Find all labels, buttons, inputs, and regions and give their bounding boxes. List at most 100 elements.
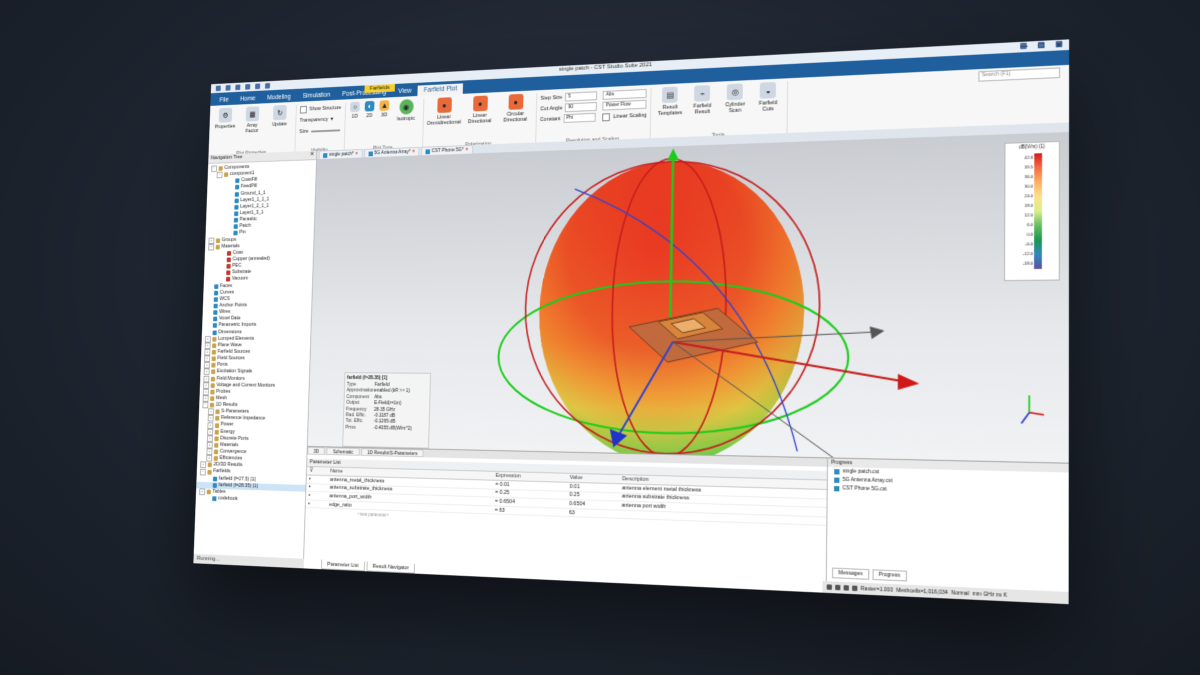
show-structure-label: Show Structure — [309, 104, 342, 112]
legend-tick: 12.0 — [1024, 212, 1034, 218]
phi-arrow — [869, 326, 885, 339]
close-tab-icon[interactable]: × — [465, 147, 468, 153]
new-icon[interactable] — [215, 85, 221, 92]
update-button[interactable]: ↻ Update — [266, 104, 293, 150]
expand-toggle-icon[interactable]: + — [203, 375, 210, 382]
minimize-icon[interactable]: — — [1020, 43, 1028, 51]
expand-toggle-icon[interactable]: + — [203, 382, 210, 389]
axis-triad — [1021, 395, 1044, 424]
close-tab-icon[interactable]: × — [355, 151, 358, 157]
show-structure-checkbox[interactable] — [299, 105, 307, 114]
constant-select[interactable]: Phi — [563, 112, 596, 123]
zoom-icon[interactable] — [826, 584, 832, 590]
print-icon[interactable] — [245, 83, 251, 90]
farfield-result-button[interactable]: ⌁ Farfield Result — [687, 84, 717, 134]
view-tab[interactable]: Schematic — [326, 447, 360, 456]
expand-toggle-icon[interactable]: − — [199, 468, 206, 476]
solid-icon — [213, 303, 218, 309]
param-value: 63 — [566, 508, 619, 519]
cut-angle-input[interactable]: 90 — [565, 102, 598, 113]
panel-tab[interactable]: Result Navigator — [366, 561, 416, 574]
expand-toggle-icon[interactable]: + — [204, 349, 211, 356]
expand-toggle-icon[interactable]: + — [204, 342, 211, 349]
properties-button[interactable]: ⚙ Properties — [212, 107, 238, 152]
z-axis-arrow — [667, 148, 680, 161]
expand-toggle-icon[interactable]: + — [206, 435, 213, 442]
plot-1d-button[interactable]: ○ 1D — [348, 101, 361, 146]
plot-2d-button[interactable]: ◐ 2D — [362, 100, 375, 146]
expand-toggle-icon[interactable]: + — [202, 395, 209, 402]
status-text: Running... — [193, 553, 307, 569]
tree-item-label: codebook — [217, 495, 238, 502]
expand-toggle-icon[interactable]: + — [206, 441, 213, 449]
undo-icon[interactable] — [255, 83, 261, 90]
tree-item-label: Vacuum — [231, 276, 248, 282]
redo-icon[interactable] — [264, 82, 271, 89]
linear-scaling-label: Linear Scaling — [613, 112, 647, 120]
expand-toggle-icon[interactable]: + — [199, 488, 206, 496]
expand-toggle-icon[interactable]: + — [207, 415, 214, 422]
legend-title: dB(V/m) (1) — [1019, 143, 1046, 150]
plot-3d-button[interactable]: ▲ 3D — [377, 100, 391, 146]
linear-scaling-checkbox[interactable] — [602, 112, 611, 121]
workspace: single patch* × 5G Antenna Array* × CST Phon… — [303, 122, 1070, 605]
search-input[interactable]: Search (F1) — [978, 67, 1061, 82]
isotropic-button[interactable]: ◉ Isotropic — [392, 99, 420, 145]
expand-toggle-icon[interactable]: + — [207, 421, 214, 429]
expand-toggle-icon[interactable]: + — [203, 368, 210, 376]
open-icon[interactable] — [225, 85, 231, 91]
3d-view[interactable]: dB(V/m) (1) 42.6 39.5 36.0 30.0 24.0 18.0 12.0… — [307, 132, 1070, 463]
linear-dir-button[interactable]: ● Linear Directional — [463, 95, 497, 142]
folder-icon — [211, 363, 216, 368]
pan-icon[interactable] — [835, 584, 841, 591]
expand-toggle-icon[interactable]: + — [207, 428, 214, 436]
view-tab[interactable]: 1D Results\S-Parameters — [360, 448, 424, 458]
linear-omni-button[interactable]: ● Linear Omnidirectional — [426, 97, 461, 144]
solid-icon — [212, 330, 217, 335]
panel-tab[interactable]: Parameter List — [320, 559, 365, 572]
linear-dir-icon: ● — [472, 95, 488, 112]
fit-icon[interactable] — [852, 585, 858, 592]
circular-dir-button[interactable]: ● Circular Directional — [498, 93, 532, 141]
expand-toggle-icon[interactable]: + — [206, 455, 213, 462]
expand-toggle-icon[interactable]: − — [216, 171, 223, 179]
view-tab[interactable]: 3D — [307, 446, 326, 455]
close-icon[interactable]: ✕ — [310, 151, 314, 159]
expand-toggle-icon[interactable]: + — [200, 461, 207, 469]
array-factor-button[interactable]: ▦ Array Factor — [239, 106, 265, 151]
size-slider[interactable]: Size — [299, 125, 341, 137]
progress-tab[interactable]: Messages — [832, 567, 870, 580]
show-structure-toggle[interactable]: Show Structure — [299, 102, 342, 114]
expand-toggle-icon[interactable]: + — [207, 408, 214, 416]
cylinder-scan-button[interactable]: ◎ Cylinder Scan — [720, 83, 751, 132]
folder-icon — [214, 436, 219, 442]
expand-toggle-icon[interactable]: + — [206, 448, 213, 456]
maximize-icon[interactable]: ☐ — [1038, 41, 1045, 50]
param-expression[interactable]: = 63 — [491, 505, 567, 517]
plot-3d-label: 3D — [380, 112, 388, 119]
transparency-dropdown[interactable]: Transparency ▾ — [300, 114, 342, 126]
parameter-list-panel: 3D Schematic 1D Results\S-Parameters Param… — [303, 446, 829, 593]
expand-toggle-icon[interactable]: + — [204, 355, 211, 363]
expand-toggle-icon[interactable]: − — [208, 243, 215, 251]
project-list: single patch.cst 5G Antenna Array.cst CST … — [828, 467, 1069, 499]
templates-icon: ▤ — [662, 86, 679, 104]
rotate-icon[interactable] — [843, 585, 849, 591]
expand-toggle-icon[interactable]: + — [203, 362, 210, 369]
close-tab-icon[interactable]: × — [412, 149, 415, 155]
expand-toggle-icon[interactable]: + — [202, 388, 209, 396]
result-templates-button[interactable]: ▤ Result Templates — [655, 86, 685, 135]
info-row: Prms -0.4055 dB(W/m^2) — [345, 425, 427, 433]
row-marker-icon: ▪ — [305, 499, 327, 509]
linear-scaling-toggle[interactable]: Linear Scaling — [602, 110, 647, 123]
save-icon[interactable] — [235, 84, 241, 91]
farfield-cuts-button[interactable]: ◒ Farfield Cuts — [753, 81, 784, 132]
folder-icon — [212, 336, 217, 342]
expand-toggle-icon[interactable]: + — [204, 335, 211, 343]
close-icon[interactable]: ✕ — [1056, 40, 1063, 50]
size-slider-track[interactable] — [310, 128, 340, 133]
progress-tab[interactable]: Progress — [872, 569, 907, 582]
step-size-input[interactable]: 5 — [565, 91, 598, 102]
legend-ticks: 42.6 39.5 36.0 30.0 24.0 18.0 12.0 6.0 0.0 -6.0 -1… — [1008, 152, 1033, 268]
expand-toggle-icon[interactable]: − — [202, 401, 209, 409]
